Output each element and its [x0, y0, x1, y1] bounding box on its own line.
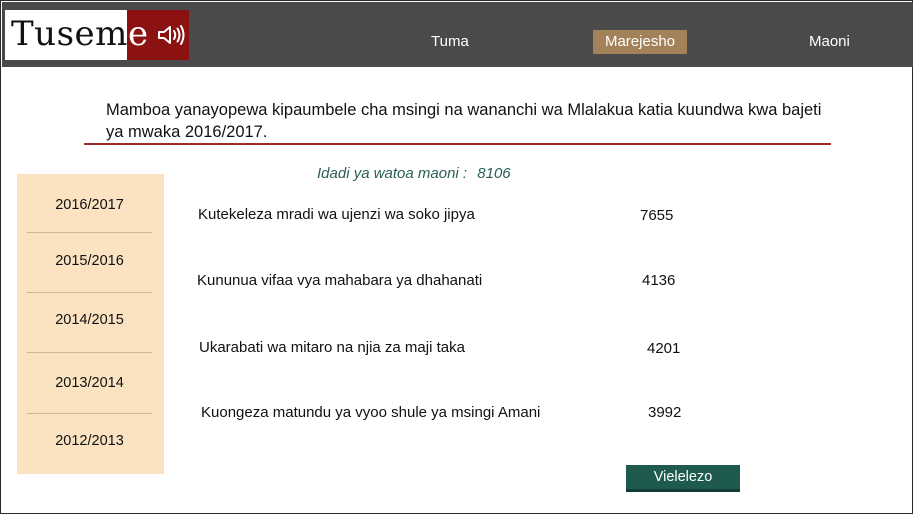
respondents-label: Idadi ya watoa maoni : — [317, 165, 468, 182]
year-item-2016-2017[interactable]: 2016/2017 — [27, 197, 152, 213]
app-logo[interactable]: Tusem e — [5, 10, 189, 60]
top-navigation-bar: Tusem e Tuma Marejesho Maoni — [2, 2, 913, 67]
priority-value: 7655 — [640, 207, 674, 224]
priority-value: 3992 — [648, 404, 682, 421]
year-divider — [27, 413, 152, 414]
respondents-value: 8106 — [477, 165, 511, 182]
year-sidebar: 2016/2017 2015/2016 2014/2015 2013/2014 … — [17, 174, 164, 474]
logo-white-panel: Tusem — [5, 10, 127, 60]
year-item-2012-2013[interactable]: 2012/2013 — [27, 433, 152, 449]
priority-label: Kununua vifaa vya mahabara ya dhahanati — [197, 272, 483, 289]
priority-label: Kutekeleza mradi wa ujenzi wa soko jipya — [198, 206, 475, 223]
respondents-count: Idadi ya watoa maoni : 8106 — [317, 165, 511, 182]
year-divider — [27, 292, 152, 293]
year-divider — [27, 352, 152, 353]
page-headline: Mamboa yanayopewa kipaumbele cha msingi … — [106, 101, 822, 141]
nav-marejesho[interactable]: Marejesho — [593, 30, 687, 54]
year-item-2013-2014[interactable]: 2013/2014 — [27, 375, 152, 391]
headline-divider — [84, 143, 831, 145]
priority-label: Kuongeza matundu ya vyoo shule ya msingi… — [201, 404, 541, 421]
logo-text: Tusem — [11, 14, 128, 54]
priority-value: 4136 — [642, 272, 676, 289]
speaker-icon — [158, 25, 185, 45]
vielelezo-button[interactable]: Vielelezo — [626, 465, 740, 492]
priority-value: 4201 — [647, 340, 681, 357]
priority-label: Ukarabati wa mitaro na njia za maji taka — [199, 339, 465, 356]
year-item-2015-2016[interactable]: 2015/2016 — [27, 253, 152, 269]
year-item-2014-2015[interactable]: 2014/2015 — [27, 312, 152, 328]
nav-maoni[interactable]: Maoni — [809, 30, 850, 54]
nav-tuma[interactable]: Tuma — [431, 30, 469, 54]
app-window: Tusem e Tuma Marejesho Maoni Mamboa yana… — [0, 0, 913, 514]
logo-accent-letter: e — [128, 14, 149, 54]
year-divider — [27, 232, 152, 233]
